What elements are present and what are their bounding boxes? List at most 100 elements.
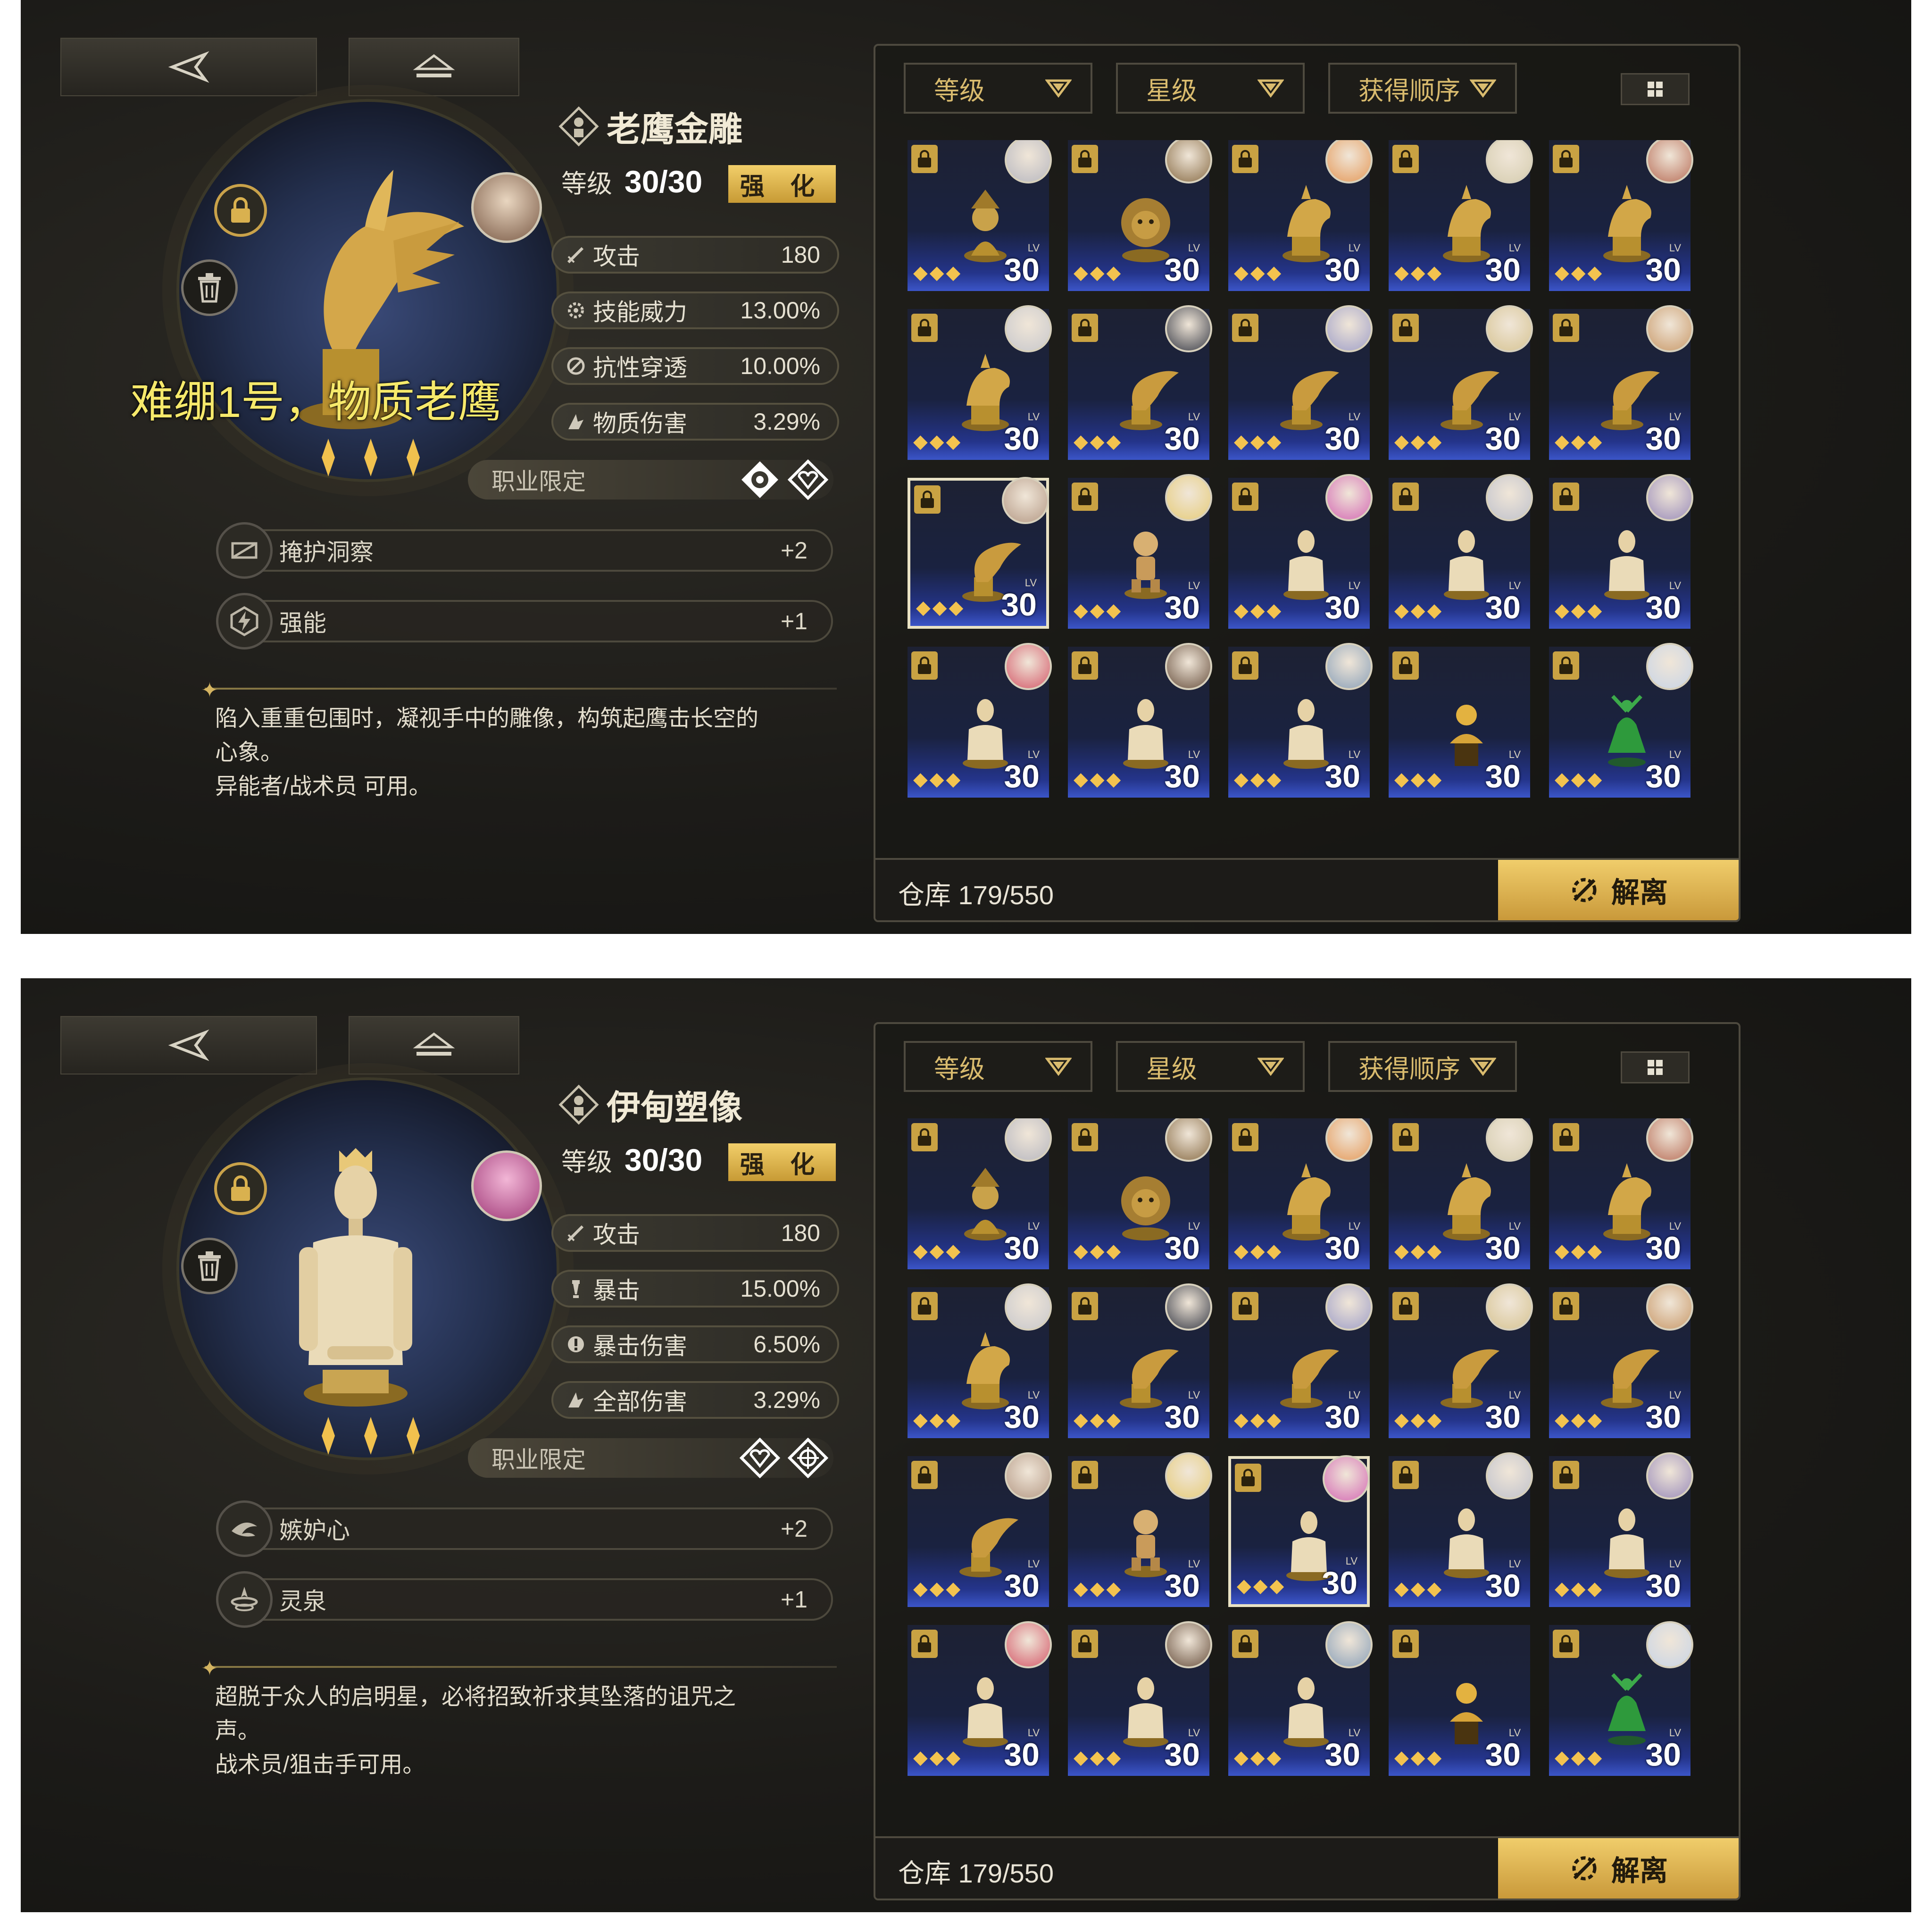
lock-icon[interactable]: [1072, 651, 1098, 680]
inventory-item[interactable]: ◆◆◆ LV 30: [1068, 474, 1212, 629]
lock-icon[interactable]: [1232, 1292, 1258, 1320]
tactician-class-icon[interactable]: [737, 1435, 783, 1481]
inventory-item[interactable]: ◆◆◆ LV 30: [1228, 1455, 1370, 1607]
lock-icon[interactable]: [1072, 1292, 1098, 1320]
equipped-character-avatar[interactable]: [471, 1150, 542, 1221]
grid-view-button[interactable]: [1621, 73, 1690, 105]
inventory-item[interactable]: ◆◆◆ LV 30: [1068, 140, 1212, 291]
grid-view-button[interactable]: [1621, 1051, 1690, 1083]
inventory-item[interactable]: ◆◆◆ LV 30: [908, 1452, 1052, 1607]
inventory-item[interactable]: ◆◆◆ LV 30: [1549, 643, 1693, 798]
lock-icon[interactable]: [1392, 1292, 1419, 1320]
lock-icon[interactable]: [1553, 145, 1579, 173]
inventory-item[interactable]: ◆◆◆ LV 30: [1228, 1118, 1373, 1269]
lock-icon[interactable]: [1232, 145, 1258, 173]
inventory-item[interactable]: ◆◆◆ LV 30: [1389, 1283, 1533, 1438]
lock-icon[interactable]: [1072, 1630, 1098, 1658]
sort-level-dropdown[interactable]: 等级: [904, 1041, 1092, 1092]
lock-icon[interactable]: [911, 1461, 938, 1489]
lock-icon[interactable]: [914, 485, 941, 514]
lock-icon[interactable]: [1232, 1630, 1258, 1658]
lock-icon[interactable]: [1392, 1123, 1419, 1151]
lock-icon[interactable]: [1553, 651, 1579, 680]
inventory-item[interactable]: ◆◆◆ LV 30: [1228, 305, 1373, 460]
lock-icon[interactable]: [1392, 651, 1419, 680]
lock-icon[interactable]: [1072, 1461, 1098, 1489]
sort-rarity-dropdown[interactable]: 星级: [1116, 1041, 1305, 1092]
menu-button[interactable]: [349, 1016, 519, 1074]
inventory-item[interactable]: ◆◆◆ LV 30: [908, 305, 1052, 460]
lock-icon[interactable]: [1392, 1461, 1419, 1489]
inventory-item[interactable]: ◆◆◆ LV 30: [1068, 1283, 1212, 1438]
dissolve-button[interactable]: 解离: [1498, 1838, 1739, 1899]
inventory-item[interactable]: ◆◆◆ LV 30: [1228, 140, 1373, 291]
inventory-item[interactable]: ◆◆◆ LV 30: [1068, 1118, 1212, 1269]
inventory-item[interactable]: ◆◆◆ LV 30: [1549, 1621, 1693, 1776]
inventory-item[interactable]: ◆◆◆ LV 30: [1228, 643, 1373, 798]
inventory-item[interactable]: ◆◆◆ LV 30: [1549, 1118, 1693, 1269]
lock-icon[interactable]: [1232, 651, 1258, 680]
enhance-button[interactable]: 强 化: [728, 165, 836, 203]
lock-icon[interactable]: [1553, 1461, 1579, 1489]
lock-icon[interactable]: [1072, 145, 1098, 173]
inventory-item[interactable]: ◆◆◆ LV 30: [1549, 1283, 1693, 1438]
inventory-item[interactable]: ◆◆◆ LV 30: [1228, 474, 1373, 629]
discard-button[interactable]: [181, 1238, 238, 1294]
inventory-item[interactable]: ◆◆◆ LV 30: [1549, 305, 1693, 460]
lock-icon[interactable]: [1232, 314, 1258, 342]
inventory-item[interactable]: ◆◆◆ LV 30: [1068, 1621, 1212, 1776]
esper-class-icon[interactable]: [737, 457, 783, 502]
discard-button[interactable]: [181, 259, 238, 316]
lock-icon[interactable]: [1553, 314, 1579, 342]
inventory-item[interactable]: ◆◆◆ LV 30: [1228, 1621, 1373, 1776]
enhance-button[interactable]: 强 化: [728, 1143, 836, 1181]
lock-icon[interactable]: [911, 1292, 938, 1320]
sort-acquired-dropdown[interactable]: 获得顺序: [1328, 1041, 1517, 1092]
sort-level-dropdown[interactable]: 等级: [904, 63, 1092, 114]
lock-icon[interactable]: [1072, 483, 1098, 511]
inventory-item[interactable]: ◆◆◆ LV 30: [1389, 1625, 1530, 1776]
inventory-item[interactable]: ◆◆◆ LV 30: [1389, 1452, 1533, 1607]
inventory-item[interactable]: ◆◆◆ LV 30: [1389, 647, 1530, 798]
lock-icon[interactable]: [911, 145, 938, 173]
inventory-item[interactable]: ◆◆◆ LV 30: [1389, 305, 1533, 460]
back-button[interactable]: [60, 38, 317, 96]
skill-row-1[interactable]: 掩护洞察 +2: [216, 522, 833, 579]
lock-icon[interactable]: [1553, 1123, 1579, 1151]
sort-acquired-dropdown[interactable]: 获得顺序: [1328, 63, 1517, 114]
lock-icon[interactable]: [911, 651, 938, 680]
inventory-item[interactable]: ◆◆◆ LV 30: [908, 477, 1049, 629]
inventory-item[interactable]: ◆◆◆ LV 30: [1068, 643, 1212, 798]
inventory-item[interactable]: ◆◆◆ LV 30: [908, 1621, 1052, 1776]
lock-icon[interactable]: [1235, 1464, 1261, 1492]
lock-icon[interactable]: [911, 1630, 938, 1658]
dissolve-button[interactable]: 解离: [1498, 860, 1739, 920]
inventory-item[interactable]: ◆◆◆ LV 30: [1068, 305, 1212, 460]
lock-icon[interactable]: [1232, 483, 1258, 511]
sniper-class-icon[interactable]: [785, 1435, 831, 1481]
lock-icon[interactable]: [1553, 1292, 1579, 1320]
inventory-item[interactable]: ◆◆◆ LV 30: [908, 643, 1052, 798]
inventory-item[interactable]: ◆◆◆ LV 30: [1549, 140, 1693, 291]
inventory-item[interactable]: ◆◆◆ LV 30: [1068, 1452, 1212, 1607]
lock-icon[interactable]: [1392, 145, 1419, 173]
lock-icon[interactable]: [1553, 483, 1579, 511]
inventory-item[interactable]: ◆◆◆ LV 30: [908, 1283, 1052, 1438]
lock-icon[interactable]: [1553, 1630, 1579, 1658]
equipped-character-avatar[interactable]: [471, 172, 542, 243]
skill-row-2[interactable]: 灵泉 +1: [216, 1571, 833, 1628]
inventory-item[interactable]: ◆◆◆ LV 30: [1228, 1283, 1373, 1438]
inventory-item[interactable]: ◆◆◆ LV 30: [1389, 140, 1533, 291]
inventory-item[interactable]: ◆◆◆ LV 30: [1389, 1118, 1533, 1269]
lock-toggle-button[interactable]: [214, 1162, 267, 1215]
inventory-item[interactable]: ◆◆◆ LV 30: [1549, 474, 1693, 629]
inventory-item[interactable]: ◆◆◆ LV 30: [1549, 1452, 1693, 1607]
inventory-item[interactable]: ◆◆◆ LV 30: [1389, 474, 1533, 629]
lock-icon[interactable]: [1072, 1123, 1098, 1151]
lock-icon[interactable]: [1392, 483, 1419, 511]
tactician-class-icon[interactable]: [785, 457, 831, 502]
inventory-item[interactable]: ◆◆◆ LV 30: [908, 140, 1052, 291]
skill-row-1[interactable]: 嫉妒心 +2: [216, 1500, 833, 1557]
lock-icon[interactable]: [1072, 314, 1098, 342]
lock-icon[interactable]: [911, 1123, 938, 1151]
